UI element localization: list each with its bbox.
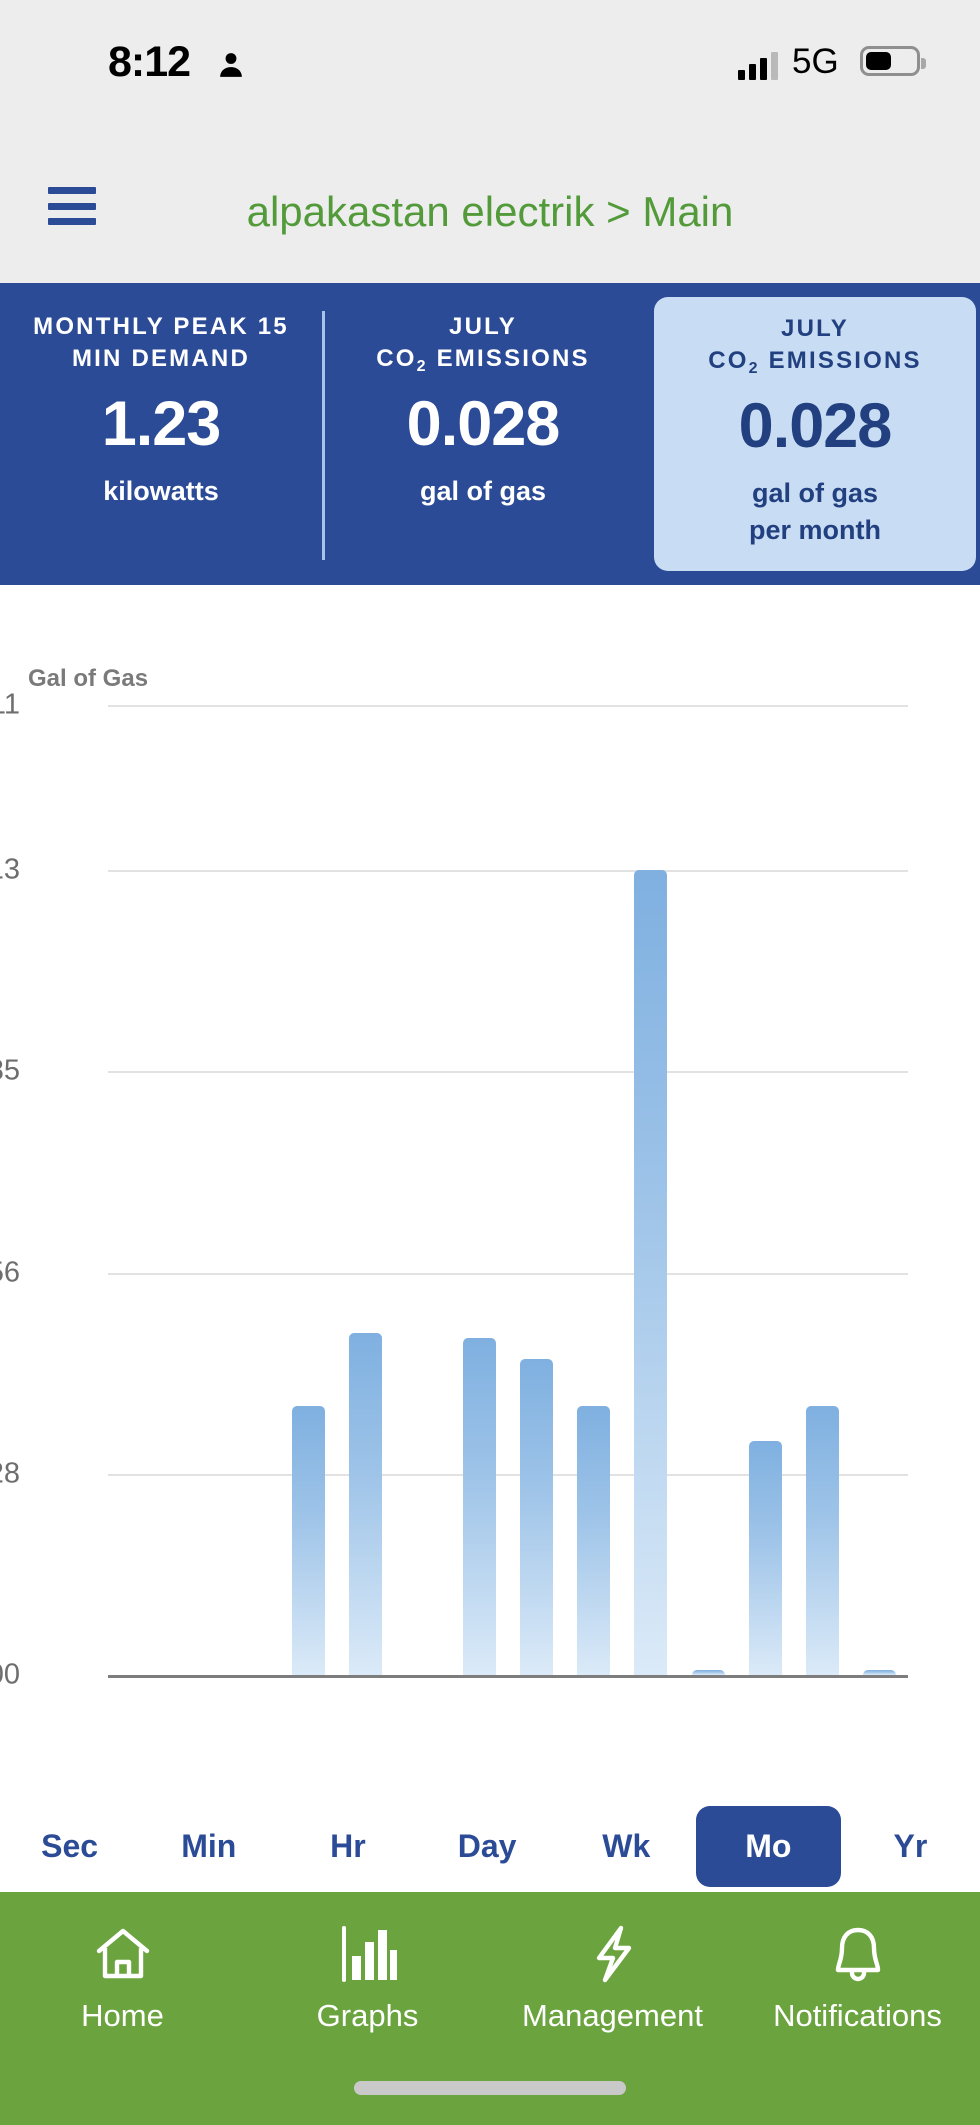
- stat-label-line1: JULY: [781, 315, 849, 342]
- stat-card-label: MONTHLY PEAK 15 MIN DEMAND: [33, 311, 289, 376]
- nav-item-management[interactable]: Management: [490, 1922, 735, 2034]
- stat-label-line1: MONTHLY PEAK 15: [33, 313, 289, 340]
- time-range-selector[interactable]: Sec Min Hr Day Wk Mo Yr: [0, 1800, 980, 1892]
- chart-plot-area[interactable]: 119.136.854.562.280.00 Jun 2023DecJun 20…: [0, 689, 908, 1874]
- status-bar-time: 8:12: [108, 38, 191, 86]
- chart-y-tick-label: 11: [0, 688, 20, 721]
- stat-card-unit: gal of gas per month: [749, 475, 881, 548]
- chart-bar[interactable]: [348, 1332, 382, 1675]
- nav-item-notifications[interactable]: Notifications: [735, 1922, 980, 2034]
- bell-icon: [826, 1922, 890, 1986]
- stat-card-value: 0.028: [738, 390, 893, 461]
- nav-item-label: Home: [81, 1998, 164, 2033]
- stat-unit-line2: per month: [749, 514, 881, 545]
- stat-card-july-co2-emissions-per-month[interactable]: JULY CO2 EMISSIONS 0.028 gal of gas per …: [654, 297, 976, 571]
- status-bar-indicators: 5G: [730, 40, 980, 90]
- stat-label-line1: JULY: [449, 313, 517, 340]
- chart-bar[interactable]: [462, 1338, 496, 1675]
- chart-bar[interactable]: [862, 1670, 896, 1675]
- emissions-text: EMISSIONS: [427, 345, 590, 373]
- co2-subscript: 2: [416, 358, 428, 376]
- time-range-option-yr[interactable]: Yr: [841, 1828, 980, 1865]
- stat-card-label: JULY CO2 EMISSIONS: [376, 311, 590, 376]
- stat-card-label: JULY CO2 EMISSIONS: [708, 313, 922, 378]
- stat-label-line2: MIN DEMAND: [71, 345, 250, 373]
- chart-panel: Gal of Gas 119.136.854.562.280.00 Jun 20…: [0, 585, 980, 1874]
- co2-text: CO: [376, 345, 417, 373]
- bar-chart-icon: [336, 1922, 400, 1986]
- time-range-option-mo[interactable]: Mo: [695, 1805, 841, 1887]
- chart-gridline: [108, 1675, 908, 1678]
- battery-icon: [860, 46, 926, 76]
- stat-card-unit: kilowatts: [103, 476, 219, 507]
- chart-y-tick-label: 4.56: [0, 1256, 20, 1289]
- stat-summary-band: MONTHLY PEAK 15 MIN DEMAND 1.23 kilowatt…: [0, 283, 980, 585]
- chart-y-tick-label: 2.28: [0, 1457, 20, 1490]
- time-range-option-hr[interactable]: Hr: [278, 1828, 417, 1865]
- chart-bar[interactable]: [748, 1441, 782, 1675]
- chart-bar[interactable]: [520, 1359, 554, 1675]
- app-root: 8:12 5G alpakastan electrik > Main MONTH…: [0, 0, 980, 2125]
- stat-unit-line1: gal of gas: [751, 478, 879, 509]
- time-range-option-min[interactable]: Min: [139, 1828, 278, 1865]
- emissions-text: EMISSIONS: [759, 347, 922, 375]
- time-range-option-wk[interactable]: Wk: [557, 1828, 696, 1865]
- chart-bar[interactable]: [291, 1406, 325, 1675]
- co2-subscript: 2: [748, 360, 760, 378]
- stat-label-line2: CO2 EMISSIONS: [708, 345, 922, 377]
- chart-bar[interactable]: [691, 1670, 725, 1675]
- chart-bar[interactable]: [577, 1406, 611, 1675]
- nav-item-label: Management: [522, 1998, 703, 2033]
- nav-item-graphs[interactable]: Graphs: [245, 1922, 490, 2034]
- home-indicator-bar: [354, 2081, 626, 2095]
- status-bar: 8:12 5G: [0, 0, 980, 140]
- breadcrumb[interactable]: alpakastan electrik > Main: [0, 140, 980, 283]
- chart-bar[interactable]: [634, 869, 668, 1675]
- nav-item-label: Notifications: [773, 1998, 942, 2033]
- chart-y-tick-label: 9.13: [0, 853, 20, 886]
- chart-y-tick-label: 6.85: [0, 1054, 20, 1087]
- nav-item-home[interactable]: Home: [0, 1922, 245, 2034]
- chart-y-axis-title: Gal of Gas: [28, 665, 149, 692]
- time-range-option-day[interactable]: Day: [418, 1828, 557, 1865]
- stat-card-value: 1.23: [101, 388, 222, 459]
- lightning-bolt-icon: [581, 1922, 645, 1986]
- network-type-label: 5G: [792, 42, 839, 81]
- app-header: alpakastan electrik > Main: [0, 140, 980, 283]
- signal-bars-icon: [738, 52, 778, 80]
- chart-bars: [108, 705, 908, 1675]
- chart-bar[interactable]: [805, 1406, 839, 1675]
- stat-card-july-co2-emissions[interactable]: JULY CO2 EMISSIONS 0.028 gal of gas: [322, 283, 644, 585]
- stat-card-unit: gal of gas: [419, 476, 547, 507]
- nav-item-label: Graphs: [316, 1998, 419, 2033]
- time-range-option-sec[interactable]: Sec: [0, 1828, 139, 1865]
- stat-card-value: 0.028: [406, 388, 561, 459]
- bottom-navigation: Home Graphs Management Notifications: [0, 1892, 980, 2125]
- person-icon: [220, 53, 242, 77]
- home-icon: [91, 1922, 155, 1986]
- stat-label-line2: CO2 EMISSIONS: [376, 343, 590, 375]
- co2-text: CO: [708, 347, 749, 375]
- chart-y-tick-label: 0.00: [0, 1658, 20, 1691]
- time-range-selected-pill[interactable]: Mo: [695, 1805, 841, 1887]
- stat-card-monthly-peak-demand[interactable]: MONTHLY PEAK 15 MIN DEMAND 1.23 kilowatt…: [0, 283, 322, 585]
